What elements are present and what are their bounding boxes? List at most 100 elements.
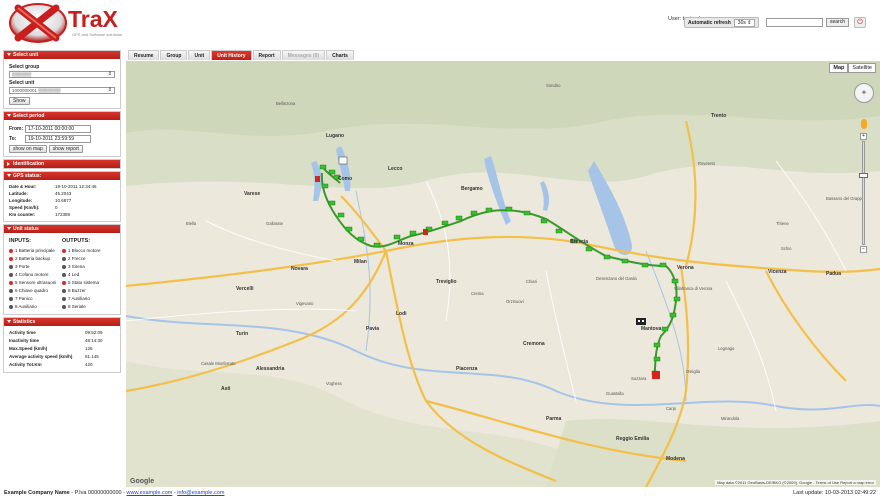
tab-resume[interactable]: Resume: [128, 50, 160, 60]
status-dot-icon: [62, 265, 66, 269]
select-unit-dropdown[interactable]: 1000000001 ▒▒▒▒▒▒▒: [9, 87, 115, 94]
tab-unit-history[interactable]: Unit History: [211, 50, 252, 60]
select-group-label: Select group: [9, 64, 40, 70]
map-type-map-button[interactable]: Map: [829, 63, 849, 73]
map-type-satellite-button[interactable]: Satellite: [848, 63, 876, 73]
status-dot-icon: [9, 249, 13, 253]
from-date-input[interactable]: 17-10-2011 00:00:00: [25, 125, 91, 133]
map-place-label: Vercelli: [236, 286, 254, 292]
map-place-label: Cremona: [523, 341, 545, 347]
google-logo: Google: [130, 478, 155, 485]
statistics-header[interactable]: Statistics: [4, 318, 120, 326]
map-place-label: Verona: [677, 265, 694, 271]
sidebar: Select unit Select group ▒▒▒▒▒▒ Select u…: [3, 50, 121, 482]
gps-status-row: Latitude: 45.2043: [9, 190, 115, 197]
statistics-value: 126: [85, 346, 93, 351]
gps-status-header[interactable]: GPS status:: [4, 172, 120, 180]
map-place-label: Lugano: [326, 133, 345, 139]
search-input[interactable]: [766, 18, 823, 27]
tab-report[interactable]: Report: [252, 50, 281, 60]
input-label: 7 Panico: [15, 296, 33, 301]
company-details: - P.Iva 00000000000 -: [69, 490, 127, 496]
from-label: From:: [9, 126, 24, 132]
select-unit-header[interactable]: Select unit: [4, 51, 120, 59]
map-place-label: Bassano del Grappa: [826, 196, 865, 201]
auto-refresh-value: 30s: [737, 19, 746, 26]
select-group-dropdown[interactable]: ▒▒▒▒▒▒: [9, 71, 115, 78]
auto-refresh-select[interactable]: 30s ⇕: [733, 18, 756, 27]
pan-control-icon[interactable]: ✥: [854, 83, 874, 103]
zoom-control: + −: [859, 133, 868, 253]
brand-name: TraX: [68, 6, 118, 32]
tab-unit[interactable]: Unit: [188, 50, 211, 60]
show-button[interactable]: Show: [9, 97, 30, 105]
statistics-row: Max.Speed (km/h) 126: [9, 345, 115, 353]
input-item: 8 Ausiliario: [9, 303, 62, 311]
street-view-pegman-icon[interactable]: [861, 119, 867, 129]
statistics-value: 420: [85, 362, 93, 367]
power-icon[interactable]: ⏻: [854, 17, 866, 28]
gps-status-row: Speed (Km/h): 0: [9, 204, 115, 211]
map-place-label: Crema: [471, 291, 484, 296]
output-item: 3 Sirena: [62, 263, 115, 271]
tab-group[interactable]: Group: [160, 50, 188, 60]
map-canvas[interactable]: [126, 61, 880, 487]
zoom-in-icon[interactable]: +: [860, 133, 867, 140]
gps-status-value: 19-10-2011 12:34:46: [55, 184, 97, 189]
input-item: 7 Panico: [9, 295, 62, 303]
map-place-label: Vicenza: [768, 269, 787, 275]
output-label: 1 Blocco motore: [68, 248, 101, 253]
status-dot-icon: [62, 297, 66, 301]
status-dot-icon: [9, 281, 13, 285]
map-attribution[interactable]: Map data ©2011 GeoBasis-DE/BKG (©2009), …: [715, 480, 876, 485]
map-place-label: Treviglio: [436, 279, 457, 285]
email-link[interactable]: info@example.com: [177, 490, 224, 496]
tab-charts[interactable]: Charts: [326, 50, 354, 60]
gps-status-row: Date & Hour: 19-10-2011 12:34:46: [9, 183, 115, 190]
search-button[interactable]: search: [826, 18, 850, 27]
tab-messages-0: Messages (0): [281, 50, 326, 60]
gps-status-row: Longitude: 10.6877: [9, 197, 115, 204]
map-place-label: Desenzano del Garda: [596, 276, 637, 281]
map-place-label: Trento: [711, 113, 727, 119]
statistics-key: Activity Tot.Km: [9, 362, 42, 367]
input-label: 5 Sensore ultrasuoni: [15, 280, 57, 285]
show-on-map-button[interactable]: show on map: [9, 145, 47, 153]
map-place-label: Piacenza: [456, 366, 478, 372]
identification-header[interactable]: Identification: [4, 160, 120, 168]
select-period-header[interactable]: Select period: [4, 112, 120, 120]
input-item: 6 Chiave quadro: [9, 287, 62, 295]
show-report-button[interactable]: show report: [48, 145, 83, 153]
map-place-label: Reggio Emilia: [616, 436, 650, 442]
map-type-control: Map Satellite: [829, 63, 876, 73]
input-label: 6 Chiave quadro: [15, 288, 49, 293]
map-place-label: Turin: [236, 331, 249, 337]
output-item: 8 Seriale: [62, 303, 115, 311]
website-link[interactable]: www.example.com: [127, 490, 173, 496]
status-dot-icon: [9, 305, 13, 309]
map-place-label: Schio: [781, 246, 792, 251]
map-view[interactable]: Lugano Como Bergamo Brescia Verona Vicenza Pad…: [126, 61, 880, 487]
map-place-label: Gallarate: [266, 221, 283, 226]
input-label: 2 Batteria backup: [15, 256, 51, 261]
statistics-panel: Statistics Activity time 09:52:09 Inactivi…: [3, 317, 121, 373]
map-place-label: Ostiglia: [686, 369, 700, 374]
zoom-slider-handle[interactable]: [859, 173, 868, 178]
input-item: 2 Batteria backup: [9, 255, 62, 263]
trax-logo[interactable]: TraX GPS and Software solutions: [4, 2, 124, 44]
gps-status-row: Km counter: 172389: [9, 211, 115, 218]
to-date-input[interactable]: 19-10-2011 23:59:59: [25, 135, 91, 143]
output-label: 7 Ausiliario: [68, 296, 90, 301]
status-dot-icon: [9, 273, 13, 277]
zoom-out-icon[interactable]: −: [860, 246, 867, 253]
statistics-value: 61.145: [85, 354, 99, 359]
map-place-label: Como: [338, 176, 353, 182]
input-label: 3 Porte: [15, 264, 30, 269]
input-label: 8 Ausiliario: [15, 304, 37, 309]
output-item: 7 Ausiliario: [62, 295, 115, 303]
statistics-row: Inactivity time 48:14:30: [9, 337, 115, 345]
unit-status-header[interactable]: Unit status: [4, 225, 120, 233]
map-place-label: Mirandola: [721, 416, 740, 421]
gps-status-panel: GPS status: Date & Hour: 19-10-2011 12:34…: [3, 171, 121, 222]
zoom-slider-track[interactable]: [862, 141, 865, 245]
